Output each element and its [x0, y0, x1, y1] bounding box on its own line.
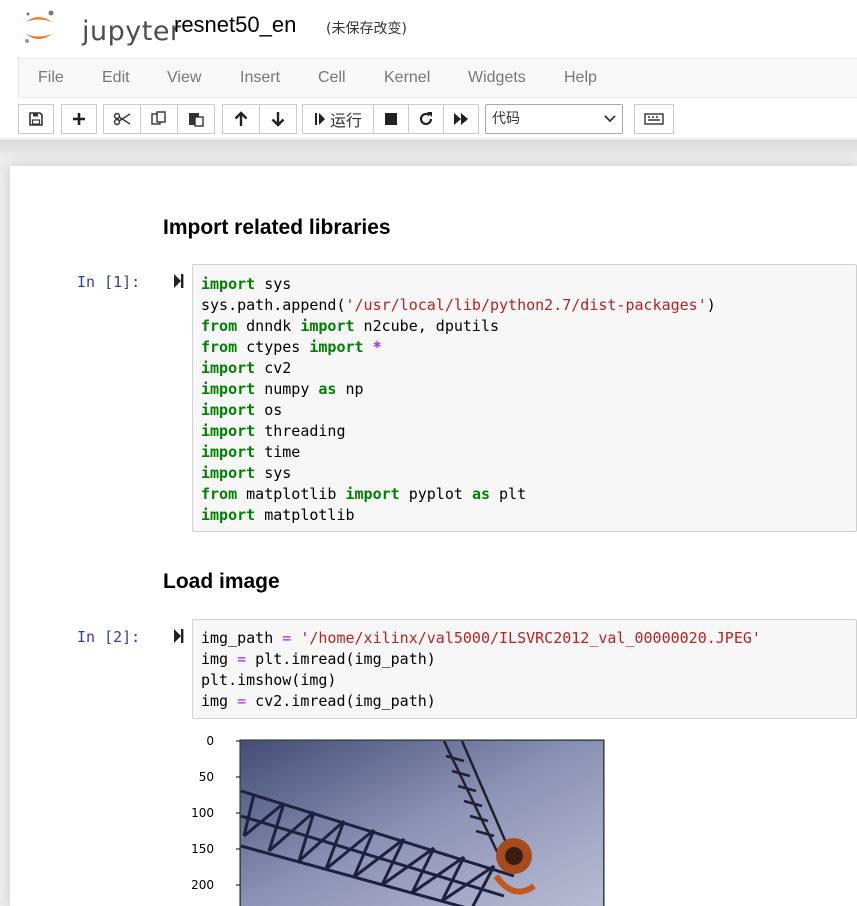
- logo-text: jupyter: [82, 16, 182, 47]
- code-line: img = plt.imread(img_path): [201, 650, 436, 668]
- paste-icon: [189, 113, 204, 127]
- header: jupyter resnet50_en (未保存改变) File Edit Vi…: [0, 0, 857, 138]
- code-line: import numpy as np: [201, 380, 364, 398]
- code-line: from matplotlib import pyplot as plt: [201, 485, 527, 503]
- paste-button[interactable]: [177, 104, 215, 134]
- code-line: from ctypes import *: [201, 338, 382, 356]
- arrow-up-icon: [234, 111, 248, 126]
- cut-button[interactable]: [103, 104, 141, 134]
- ytick-label: 100: [191, 806, 214, 820]
- ytick-label: 200: [191, 878, 214, 892]
- copy-icon: [151, 111, 166, 125]
- menu-widgets[interactable]: Widgets: [468, 69, 526, 87]
- run-cell-icon[interactable]: [173, 628, 185, 644]
- menu-insert[interactable]: Insert: [240, 69, 280, 87]
- menubar: File Edit View Insert Cell Kernel Widget…: [18, 58, 857, 98]
- run-button[interactable]: 运行: [302, 104, 374, 134]
- interrupt-button[interactable]: [373, 104, 409, 134]
- code-line: import os: [201, 401, 283, 419]
- menu-cell[interactable]: Cell: [318, 69, 346, 87]
- markdown-heading-load-image[interactable]: Load image: [163, 570, 280, 594]
- code-line: import matplotlib: [201, 506, 355, 524]
- copy-button[interactable]: [140, 104, 178, 134]
- run-label: 运行: [329, 111, 362, 130]
- save-icon: [29, 112, 43, 126]
- code-line: import sys: [201, 275, 292, 293]
- menu-help[interactable]: Help: [564, 69, 597, 87]
- cut-icon: [113, 112, 131, 126]
- run-icon: [314, 113, 325, 125]
- jupyter-logo[interactable]: jupyter: [22, 8, 181, 47]
- input-prompt-1: In [1]:: [77, 273, 141, 291]
- ytick-label: 50: [198, 770, 214, 784]
- jupyter-logo-icon: [25, 10, 54, 43]
- code-line: from dnndk import n2cube, dputils: [201, 317, 500, 335]
- run-cell-icon[interactable]: [173, 273, 185, 289]
- move-up-button[interactable]: [222, 104, 260, 134]
- cell-type-select[interactable]: 代码: [485, 104, 623, 134]
- image-output: [236, 739, 605, 906]
- cell-type-value: 代码: [492, 111, 520, 127]
- menu-file[interactable]: File: [38, 69, 64, 87]
- notebook-page: Import related libraries In [1]: import …: [10, 166, 857, 906]
- code-cell-2[interactable]: img_path = '/home/xilinx/val5000/ILSVRC2…: [192, 619, 857, 719]
- toolbar: 运行 代码: [18, 104, 857, 136]
- code-line: sys.path.append('/usr/local/lib/python2.…: [201, 296, 716, 314]
- input-prompt-2: In [2]:: [77, 628, 141, 646]
- fast-forward-icon: [454, 113, 468, 125]
- restart-icon: [419, 112, 433, 126]
- code-line: import threading: [201, 422, 346, 440]
- move-down-button[interactable]: [259, 104, 297, 134]
- code-cell-1[interactable]: import sys sys.path.append('/usr/local/li…: [192, 264, 857, 532]
- menu-kernel[interactable]: Kernel: [384, 69, 430, 87]
- plus-icon: [73, 113, 85, 125]
- code-editor-1[interactable]: import sys sys.path.append('/usr/local/li…: [201, 274, 716, 526]
- output-plot: 0 50 100 150 200: [190, 734, 610, 906]
- save-button[interactable]: [18, 104, 54, 134]
- stop-icon: [385, 113, 397, 125]
- menu-view[interactable]: View: [167, 69, 201, 87]
- save-status: (未保存改变): [326, 21, 407, 37]
- restart-run-all-button[interactable]: [443, 104, 479, 134]
- code-line: import time: [201, 443, 301, 461]
- notebook-area[interactable]: Import related libraries In [1]: import …: [0, 140, 857, 906]
- code-line: img = cv2.imread(img_path): [201, 692, 436, 710]
- command-palette-button[interactable]: [634, 104, 674, 134]
- notebook-name[interactable]: resnet50_en: [174, 12, 296, 38]
- ytick-label: 0: [206, 734, 214, 748]
- menu-edit[interactable]: Edit: [102, 69, 130, 87]
- code-line: plt.imshow(img): [201, 671, 337, 689]
- arrow-down-icon: [271, 112, 285, 127]
- ytick-label: 150: [191, 842, 214, 856]
- markdown-heading-import[interactable]: Import related libraries: [163, 216, 391, 240]
- chevron-down-icon: [604, 115, 616, 123]
- restart-button[interactable]: [408, 104, 444, 134]
- insert-cell-button[interactable]: [61, 104, 97, 134]
- code-line: import cv2: [201, 359, 292, 377]
- code-line: import sys: [201, 464, 292, 482]
- code-line: img_path = '/home/xilinx/val5000/ILSVRC2…: [201, 629, 761, 647]
- header-shadow: [0, 140, 857, 158]
- keyboard-icon: [644, 113, 664, 125]
- code-editor-2[interactable]: img_path = '/home/xilinx/val5000/ILSVRC2…: [201, 628, 761, 712]
